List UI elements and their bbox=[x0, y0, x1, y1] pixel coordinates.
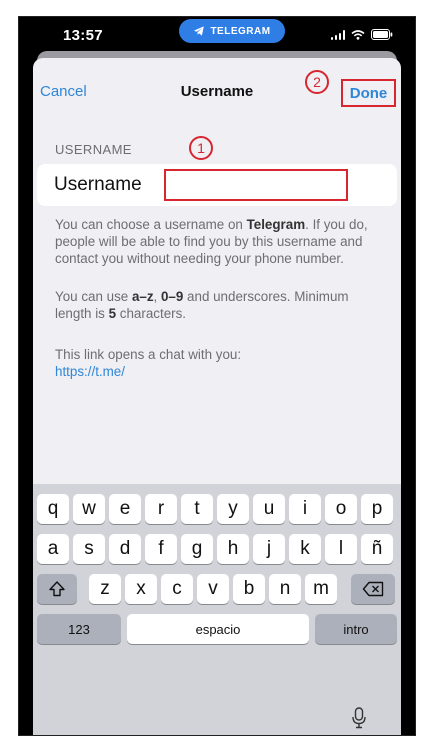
key-b[interactable]: b bbox=[233, 574, 265, 604]
key-r[interactable]: r bbox=[145, 494, 177, 524]
space-key[interactable]: espacio bbox=[127, 614, 309, 644]
cellular-signal-icon bbox=[330, 29, 345, 40]
numbers-key[interactable]: 123 bbox=[37, 614, 121, 644]
username-field-label: Username bbox=[54, 174, 142, 195]
section-header: USERNAME bbox=[55, 142, 132, 157]
key-e[interactable]: e bbox=[109, 494, 141, 524]
annotation-step-2: 2 bbox=[305, 70, 329, 94]
key-u[interactable]: u bbox=[253, 494, 285, 524]
status-time: 13:57 bbox=[63, 27, 103, 44]
key-f[interactable]: f bbox=[145, 534, 177, 564]
on-screen-keyboard: q w e r t y u i o p a s d f g h j k l ñ … bbox=[33, 484, 401, 735]
username-input-row: Username bbox=[37, 164, 397, 206]
key-o[interactable]: o bbox=[325, 494, 357, 524]
key-y[interactable]: y bbox=[217, 494, 249, 524]
backspace-icon bbox=[362, 581, 384, 597]
keyboard-row-1: q w e r t y u i o p bbox=[33, 494, 401, 524]
telegram-plane-icon bbox=[194, 26, 205, 36]
key-h[interactable]: h bbox=[217, 534, 249, 564]
key-d[interactable]: d bbox=[109, 534, 141, 564]
delete-key[interactable] bbox=[351, 574, 395, 604]
help-text-intro: You can choose a username on Telegram. I… bbox=[55, 217, 368, 267]
profile-link[interactable]: https://t.me/ bbox=[55, 363, 385, 380]
key-n[interactable]: n bbox=[269, 574, 301, 604]
key-s[interactable]: s bbox=[73, 534, 105, 564]
microphone-icon[interactable] bbox=[352, 707, 366, 729]
key-q[interactable]: q bbox=[37, 494, 69, 524]
keyboard-row-4: 123 espacio intro bbox=[33, 614, 401, 644]
keyboard-row-3: z x c v b n m bbox=[33, 574, 401, 604]
help-text-link: This link opens a chat with you: https://… bbox=[55, 346, 385, 380]
key-l[interactable]: l bbox=[325, 534, 357, 564]
phone-screenshot: 13:57 TELEGRAM Cancel Username Done 2 US… bbox=[18, 16, 416, 736]
key-w[interactable]: w bbox=[73, 494, 105, 524]
wifi-icon bbox=[351, 29, 365, 40]
key-a[interactable]: a bbox=[37, 534, 69, 564]
battery-icon bbox=[371, 29, 393, 40]
shift-icon bbox=[49, 581, 65, 597]
key-m[interactable]: m bbox=[305, 574, 337, 604]
username-input[interactable] bbox=[164, 169, 348, 201]
key-x[interactable]: x bbox=[125, 574, 157, 604]
key-i[interactable]: i bbox=[289, 494, 321, 524]
shift-key[interactable] bbox=[37, 574, 77, 604]
annotation-step-1: 1 bbox=[189, 136, 213, 160]
username-sheet: Cancel Username Done 2 USERNAME 1 Userna… bbox=[33, 58, 401, 735]
done-button[interactable]: Done bbox=[341, 79, 396, 107]
return-key[interactable]: intro bbox=[315, 614, 397, 644]
key-p[interactable]: p bbox=[361, 494, 393, 524]
status-pill-label: TELEGRAM bbox=[210, 25, 271, 37]
navigation-bar: Cancel Username Done bbox=[33, 58, 401, 118]
key-v[interactable]: v bbox=[197, 574, 229, 604]
key-j[interactable]: j bbox=[253, 534, 285, 564]
keyboard-row-2: a s d f g h j k l ñ bbox=[33, 534, 401, 564]
help-text-rules: You can use a–z, 0–9 and underscores. Mi… bbox=[55, 289, 349, 322]
status-bar: 13:57 TELEGRAM bbox=[19, 17, 415, 55]
telegram-status-pill[interactable]: TELEGRAM bbox=[179, 19, 285, 43]
key-g[interactable]: g bbox=[181, 534, 213, 564]
key-c[interactable]: c bbox=[161, 574, 193, 604]
key-n-tilde[interactable]: ñ bbox=[361, 534, 393, 564]
status-indicators bbox=[330, 29, 394, 40]
key-z[interactable]: z bbox=[89, 574, 121, 604]
key-k[interactable]: k bbox=[289, 534, 321, 564]
key-t[interactable]: t bbox=[181, 494, 213, 524]
